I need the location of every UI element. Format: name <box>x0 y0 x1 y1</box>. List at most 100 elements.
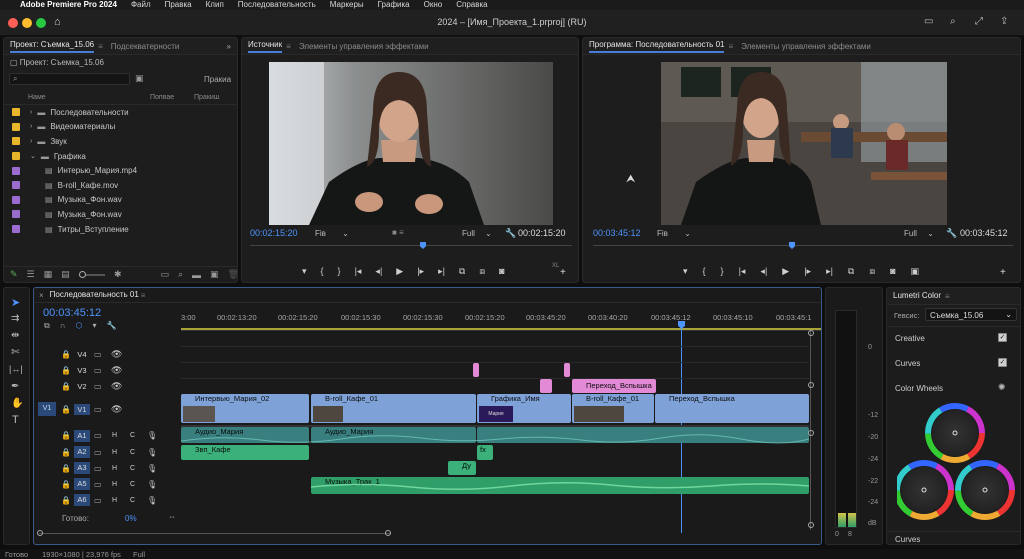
solo-button[interactable]: С <box>130 449 135 456</box>
add-button-icon[interactable]: + <box>1000 267 1006 278</box>
hand-tool-icon[interactable]: ✋ <box>11 398 23 409</box>
step-back-icon[interactable]: ◂| <box>760 266 767 277</box>
track-target[interactable]: V3 <box>74 365 90 376</box>
sync-lock-icon[interactable]: ▭ <box>94 464 102 473</box>
camera-icon[interactable]: ◙ <box>890 266 895 277</box>
comparison-icon[interactable]: ▣ <box>911 266 920 277</box>
lumetri-curves-bottom[interactable]: Curves <box>895 535 920 544</box>
mute-button[interactable]: Н <box>112 449 117 456</box>
step-forward-icon[interactable]: |▸ <box>804 266 811 277</box>
microphone-icon[interactable]: 🎙 <box>147 480 157 489</box>
lock-icon[interactable]: 🔒 <box>61 496 71 505</box>
close-tab-icon[interactable]: × <box>39 291 44 300</box>
microphone-icon[interactable]: 🎙 <box>147 464 157 473</box>
label-color-swatch[interactable] <box>12 195 20 204</box>
project-item[interactable]: ▤ Титры_Вступление <box>4 222 237 237</box>
menu-clip[interactable]: Клип <box>206 0 224 10</box>
eye-icon[interactable]: 👁 <box>111 404 122 415</box>
column-name[interactable]: Наме <box>28 94 46 101</box>
menu-edit[interactable]: Правка <box>165 0 192 10</box>
panel-menu-icon[interactable]: ≡ <box>728 42 733 51</box>
wrench-icon[interactable]: 🔧 <box>505 228 516 239</box>
zoom-slider[interactable] <box>78 270 105 278</box>
track-target[interactable]: A2 <box>74 446 90 458</box>
menu-markers[interactable]: Маркеры <box>330 0 364 10</box>
mark-out-icon[interactable]: } <box>338 266 341 277</box>
sync-lock-icon[interactable]: ▭ <box>94 431 102 440</box>
project-item[interactable]: › ▬ Последовательности <box>4 105 237 120</box>
panel-menu-icon[interactable]: ≡ <box>98 42 103 51</box>
panel-menu-icon[interactable]: ≡ <box>141 291 146 300</box>
clip-v1-interview[interactable]: Интервью_Мария_02 <box>181 394 309 423</box>
project-item[interactable]: ▤ Музыка_Фон.wav <box>4 193 237 208</box>
expand-icon[interactable]: ⤢ <box>975 16 983 27</box>
lumetri-creative[interactable]: Creative <box>895 334 925 343</box>
microphone-icon[interactable]: 🎙 <box>147 448 157 457</box>
sync-lock-icon[interactable]: ▭ <box>94 405 102 414</box>
razor-tool-icon[interactable]: ✄ <box>11 347 19 358</box>
camera-icon[interactable]: ◙ <box>499 266 504 277</box>
sync-lock-icon[interactable]: ▭ <box>94 382 102 391</box>
menu-window[interactable]: Окно <box>424 0 443 10</box>
marker-icon[interactable]: ▾ <box>683 266 688 277</box>
track-target[interactable]: A5 <box>74 478 90 490</box>
sync-lock-icon[interactable]: ▭ <box>94 496 102 505</box>
microphone-icon[interactable]: 🎙 <box>147 496 157 505</box>
app-menu[interactable]: Adobe Premiere Pro 2024 <box>20 0 117 10</box>
label-color-swatch[interactable] <box>12 152 20 161</box>
solo-button[interactable]: С <box>130 497 135 504</box>
lock-icon[interactable]: 🔒 <box>61 431 71 440</box>
play-icon[interactable]: ▶ <box>396 266 403 277</box>
menu-graphics[interactable]: Графика <box>378 0 410 10</box>
clip-v2-a[interactable] <box>540 379 552 393</box>
go-to-in-icon[interactable]: |◂ <box>739 266 746 277</box>
tab-sequence[interactable]: Последовательность 01 <box>50 290 139 301</box>
eye-icon[interactable]: 👁 <box>111 365 122 376</box>
settings-square-icon[interactable]: ■ ≡ <box>392 228 404 237</box>
clip-v3-b[interactable] <box>564 363 570 377</box>
label-color-swatch[interactable] <box>12 122 20 131</box>
solo-button[interactable]: С <box>130 481 135 488</box>
column-3[interactable]: Пракиш <box>194 94 219 101</box>
label-color-swatch[interactable] <box>12 181 20 190</box>
meter-solo-8[interactable]: 8 <box>848 531 852 538</box>
column-2[interactable]: Попвае <box>150 94 174 101</box>
project-item[interactable]: ▤ B-roll_Кафе.mov <box>4 178 237 193</box>
lock-icon[interactable]: 🔒 <box>61 350 71 359</box>
type-tool-icon[interactable]: T <box>12 414 19 426</box>
lock-icon[interactable]: 🔒 <box>61 405 71 414</box>
add-button-icon[interactable]: + <box>560 267 566 278</box>
lock-icon[interactable]: 🔒 <box>61 480 71 489</box>
project-item[interactable]: › ▬ Звук <box>4 134 237 149</box>
source-playhead[interactable] <box>420 242 426 249</box>
project-item[interactable]: ⌄ ▬ Графика <box>4 149 237 164</box>
meter-solo-0[interactable]: 0 <box>835 531 839 538</box>
new-item-icon[interactable]: ▣ <box>210 269 219 280</box>
go-to-in-icon[interactable]: |◂ <box>355 266 362 277</box>
insert-icon[interactable]: ⧉ <box>459 266 465 277</box>
microphone-icon[interactable]: 🎙 <box>147 431 157 440</box>
freeform-view-icon[interactable]: ▤ <box>61 269 70 280</box>
trash-icon[interactable]: 🗑 <box>228 269 237 280</box>
source-video-frame[interactable] <box>269 62 553 225</box>
project-search-input[interactable]: ⌕ <box>9 73 130 85</box>
tab-program[interactable]: Программа: Последовательность 01 <box>589 40 725 53</box>
timeline-ruler[interactable]: 3:00 00:02:13:20 00:02:15:20 00:02:15:30… <box>181 311 821 331</box>
lumetri-color-wheels[interactable]: Color Wheels <box>895 384 943 393</box>
pencil-icon[interactable]: ✎ <box>10 269 18 280</box>
program-video-frame[interactable] <box>661 62 947 225</box>
track-height-icon[interactable]: ⇔ <box>168 512 176 521</box>
track-target[interactable]: V1 <box>74 404 90 415</box>
play-icon[interactable]: ▶ <box>782 266 789 277</box>
program-timecode-current[interactable]: 00:03:45:12 <box>593 228 641 238</box>
new-bin-icon[interactable]: ▣ <box>135 73 144 84</box>
track-target[interactable]: A3 <box>74 462 90 474</box>
search-icon[interactable]: ⌕ <box>950 16 956 27</box>
mute-button[interactable]: Н <box>112 465 117 472</box>
program-quality-select[interactable]: Full ⌄ <box>904 229 934 238</box>
menu-sequence[interactable]: Последовательность <box>238 0 316 10</box>
tab-source[interactable]: Источник <box>248 40 283 53</box>
project-item[interactable]: ▤ Интерью_Мария.mp4 <box>4 163 237 178</box>
share-icon[interactable]: ⇪ <box>1000 16 1008 27</box>
chevron-right-icon[interactable]: › <box>30 138 32 145</box>
